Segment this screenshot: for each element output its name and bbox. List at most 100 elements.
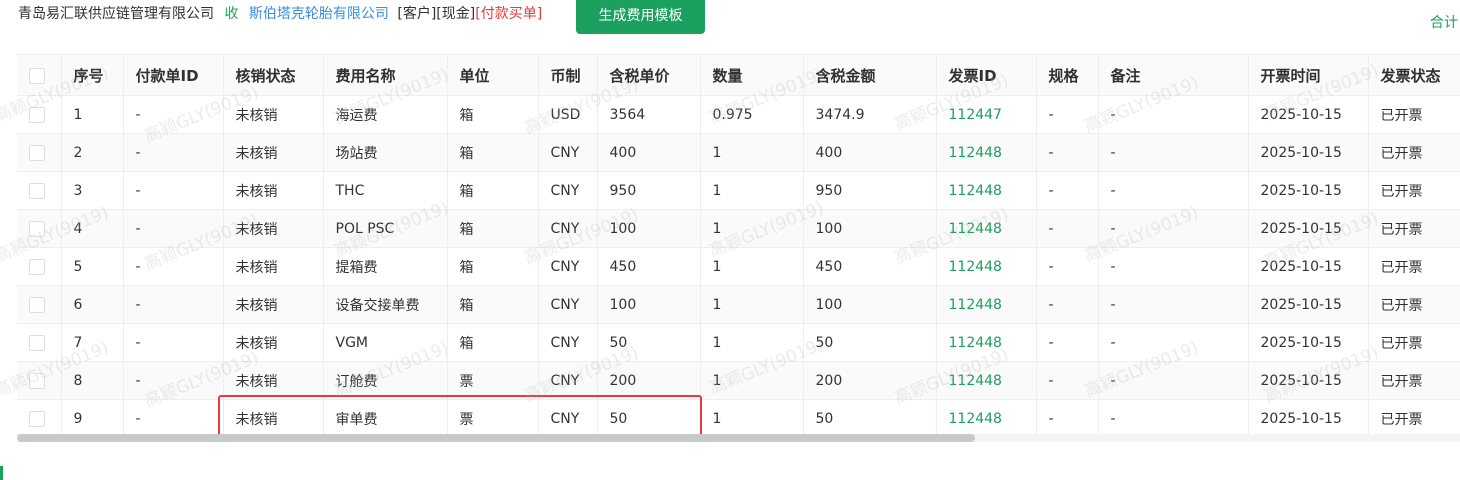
cell-qty: 1 — [700, 323, 804, 362]
cell-pay-id: - — [123, 285, 224, 324]
cell-qty: 1 — [700, 285, 804, 324]
row-select-cell[interactable] — [17, 133, 62, 172]
cell-spec: - — [1036, 399, 1099, 438]
fee-table-container: 序号 付款单ID 核销状态 费用名称 单位 币制 含税单价 数量 含税金额 发票… — [17, 54, 1460, 445]
cell-qty: 1 — [700, 133, 804, 172]
table-row[interactable]: 3- 未核销 THC 箱 CNY 950 1 950 112448- -2025-10-15 已开票 — [17, 171, 1460, 210]
cell-invoice[interactable]: 112448 — [936, 361, 1037, 400]
row-checkbox[interactable] — [29, 106, 45, 123]
company-name: 青岛易汇联供应链管理有限公司 — [18, 6, 214, 22]
cell-price: 3564 — [597, 95, 701, 134]
cell-unit: 票 — [447, 361, 539, 400]
row-select-cell[interactable] — [17, 323, 62, 362]
cell-spec: - — [1036, 247, 1099, 286]
row-select-cell[interactable] — [17, 285, 62, 324]
cell-currency: CNY — [538, 399, 598, 438]
table-row[interactable]: 9- 未核销 审单费票 CNY 50 1 50 112448- -2025-10-15 已开票 — [17, 399, 1460, 438]
row-select-cell[interactable] — [17, 399, 62, 438]
cell-price: 200 — [597, 361, 701, 400]
row-checkbox[interactable] — [29, 144, 45, 161]
cell-qty: 1 — [700, 361, 804, 400]
cell-amount: 50 — [803, 399, 937, 438]
col-header: 含税单价 — [597, 55, 701, 96]
cell-name: 审单费 — [323, 399, 448, 438]
select-all-cell[interactable] — [17, 55, 62, 96]
table-row[interactable]: 8- 未核销 订舱费票 CNY 200 1 200 112448- -2025-10-15 已开票 — [17, 361, 1460, 400]
cell-pay-id: - — [123, 323, 224, 362]
col-header: 规格 — [1036, 55, 1099, 96]
cell-seq: 1 — [61, 95, 124, 134]
payment-type: [现金] — [436, 6, 476, 22]
cell-status: 未核销 — [223, 323, 324, 362]
select-all-checkbox[interactable] — [29, 67, 45, 84]
cell-remark: - — [1098, 171, 1249, 210]
cell-unit: 票 — [447, 399, 539, 438]
cell-invoice[interactable]: 112448 — [936, 171, 1037, 210]
cell-inv-status: 已开票 — [1368, 95, 1460, 134]
fee-table: 序号 付款单ID 核销状态 费用名称 单位 币制 含税单价 数量 含税金额 发票… — [17, 55, 1460, 438]
cell-spec: - — [1036, 133, 1099, 172]
table-row[interactable]: 6- 未核销 设备交接单费箱 CNY 100 1 100 112448- -2025-10-15… — [17, 285, 1460, 324]
row-select-cell[interactable] — [17, 209, 62, 248]
cell-remark: - — [1098, 209, 1249, 248]
company-info: 青岛易汇联供应链管理有限公司 收 斯伯塔克轮胎有限公司 [客户][现金][付款买… — [18, 5, 542, 23]
generate-fee-template-button[interactable]: 生成费用模板 — [576, 0, 705, 34]
cell-pay-id: - — [123, 209, 224, 248]
table-row[interactable]: 1- 未核销 海运费箱 USD 3564 0.975 3474.9 112447- -2025-… — [17, 95, 1460, 134]
cell-date: 2025-10-15 — [1248, 399, 1369, 438]
cell-amount: 200 — [803, 361, 937, 400]
row-checkbox[interactable] — [29, 182, 45, 199]
row-checkbox[interactable] — [29, 372, 45, 389]
cell-price: 450 — [597, 247, 701, 286]
cell-invoice[interactable]: 112447 — [936, 95, 1037, 134]
row-select-cell[interactable] — [17, 247, 62, 286]
direction-tag: 收 — [224, 6, 239, 22]
payment-action[interactable]: [付款买单] — [475, 6, 542, 22]
cell-pay-id: - — [123, 171, 224, 210]
cell-amount: 400 — [803, 133, 937, 172]
row-checkbox[interactable] — [29, 334, 45, 351]
cell-seq: 5 — [61, 247, 124, 286]
cell-name: POL PSC — [323, 209, 448, 248]
cell-status: 未核销 — [223, 171, 324, 210]
cell-invoice[interactable]: 112448 — [936, 247, 1037, 286]
cell-name: 场站费 — [323, 133, 448, 172]
cell-currency: USD — [538, 95, 598, 134]
cell-status: 未核销 — [223, 399, 324, 438]
cell-amount: 50 — [803, 323, 937, 362]
row-select-cell[interactable] — [17, 95, 62, 134]
row-select-cell[interactable] — [17, 361, 62, 400]
cell-spec: - — [1036, 361, 1099, 400]
table-row[interactable]: 4- 未核销 POL PSC 箱 CNY 100 1 100 112448- -2025-10-1… — [17, 209, 1460, 248]
row-checkbox[interactable] — [29, 296, 45, 313]
cell-invoice[interactable]: 112448 — [936, 285, 1037, 324]
cell-inv-status: 已开票 — [1368, 247, 1460, 286]
cell-unit: 箱 — [447, 247, 539, 286]
cell-invoice[interactable]: 112448 — [936, 209, 1037, 248]
horizontal-scrollbar[interactable] — [17, 434, 1460, 442]
table-row[interactable]: 7- 未核销 VGM 箱 CNY 50 1 50 112448- -2025-10-15 已开票 — [17, 323, 1460, 362]
cell-remark: - — [1098, 361, 1249, 400]
cell-pay-id: - — [123, 133, 224, 172]
cell-invoice[interactable]: 112448 — [936, 133, 1037, 172]
cell-qty: 1 — [700, 171, 804, 210]
row-checkbox[interactable] — [29, 410, 45, 427]
cell-inv-status: 已开票 — [1368, 399, 1460, 438]
total-link[interactable]: 合计 — [1430, 12, 1458, 32]
cell-currency: CNY — [538, 133, 598, 172]
partner-link[interactable]: 斯伯塔克轮胎有限公司 — [249, 6, 389, 22]
cell-amount: 100 — [803, 209, 937, 248]
row-checkbox[interactable] — [29, 220, 45, 237]
cell-status: 未核销 — [223, 209, 324, 248]
row-checkbox[interactable] — [29, 258, 45, 275]
cell-currency: CNY — [538, 209, 598, 248]
table-row[interactable]: 2- 未核销 场站费箱 CNY 400 1 400 112448- -2025-10-15 已开票 — [17, 133, 1460, 172]
cell-invoice[interactable]: 112448 — [936, 323, 1037, 362]
table-row[interactable]: 5- 未核销 提箱费箱 CNY 450 1 450 112448- -2025-10-15 已开票 — [17, 247, 1460, 286]
scrollbar-thumb[interactable] — [17, 434, 975, 442]
cell-seq: 2 — [61, 133, 124, 172]
cell-invoice[interactable]: 112448 — [936, 399, 1037, 438]
row-select-cell[interactable] — [17, 171, 62, 210]
cell-amount: 3474.9 — [803, 95, 937, 134]
cell-price: 950 — [597, 171, 701, 210]
